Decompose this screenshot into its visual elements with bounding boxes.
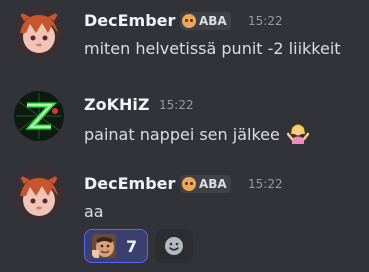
avatar[interactable] bbox=[14, 170, 64, 220]
message-text: painat nappei sen jälkee bbox=[84, 122, 310, 144]
add-reaction-button[interactable] bbox=[155, 229, 193, 263]
green-z-logo-avatar-icon bbox=[14, 91, 64, 141]
avatar[interactable] bbox=[14, 7, 64, 57]
anime-character-avatar-icon bbox=[14, 7, 64, 57]
add-reaction-icon bbox=[165, 237, 183, 255]
server-tag-label: ABA bbox=[199, 177, 227, 191]
message-text-content: painat nappei sen jälkee bbox=[84, 125, 280, 144]
message-text: aa bbox=[84, 202, 104, 221]
author-name[interactable]: DecEmber bbox=[84, 174, 175, 193]
server-tag[interactable]: ABA bbox=[180, 175, 231, 193]
author-name[interactable]: DecEmber bbox=[84, 11, 175, 30]
server-tag[interactable]: ABA bbox=[180, 12, 231, 30]
server-tag-label: ABA bbox=[199, 14, 227, 28]
woman-shrugging-emoji-icon bbox=[286, 124, 310, 144]
skull-icon bbox=[182, 177, 196, 191]
face-custom-emoji-icon bbox=[92, 234, 116, 258]
anime-character-avatar-icon bbox=[14, 170, 64, 220]
timestamp: 15:22 bbox=[248, 177, 283, 191]
timestamp: 15:22 bbox=[159, 98, 194, 112]
skull-icon bbox=[182, 14, 196, 28]
reaction-button[interactable]: 7 bbox=[84, 229, 148, 263]
avatar[interactable] bbox=[14, 91, 64, 141]
author-name[interactable]: ZoKHiZ bbox=[84, 95, 149, 114]
message-text: miten helvetissä punit -2 liikkeit bbox=[84, 39, 341, 58]
timestamp: 15:22 bbox=[248, 14, 283, 28]
reaction-count: 7 bbox=[126, 236, 138, 256]
